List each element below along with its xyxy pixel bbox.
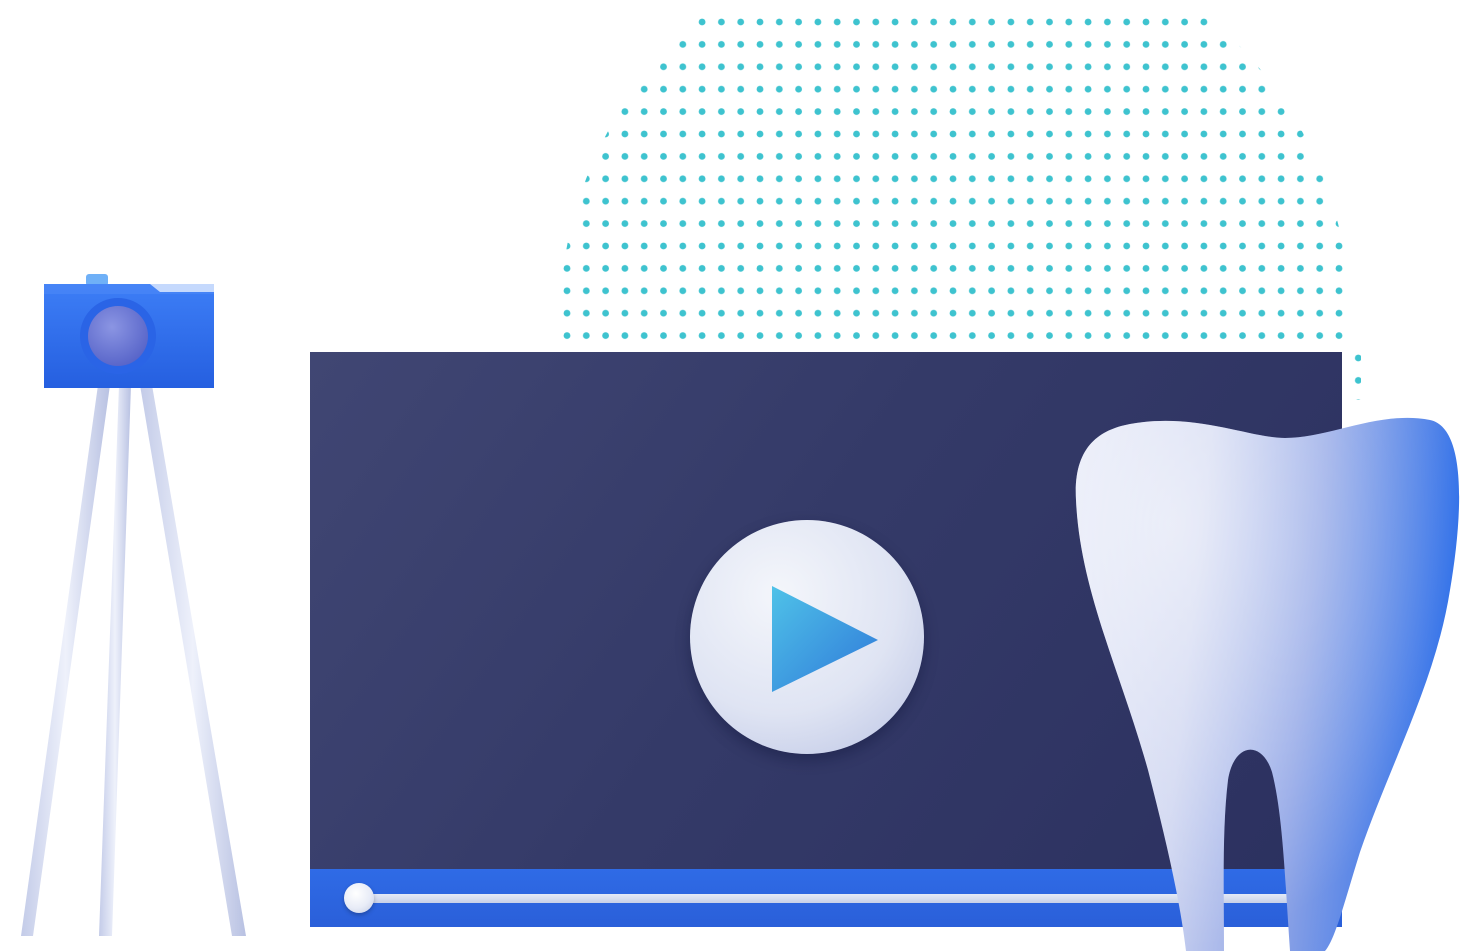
- illustration-stage: [0, 0, 1461, 951]
- tooth-icon: [1075, 417, 1460, 951]
